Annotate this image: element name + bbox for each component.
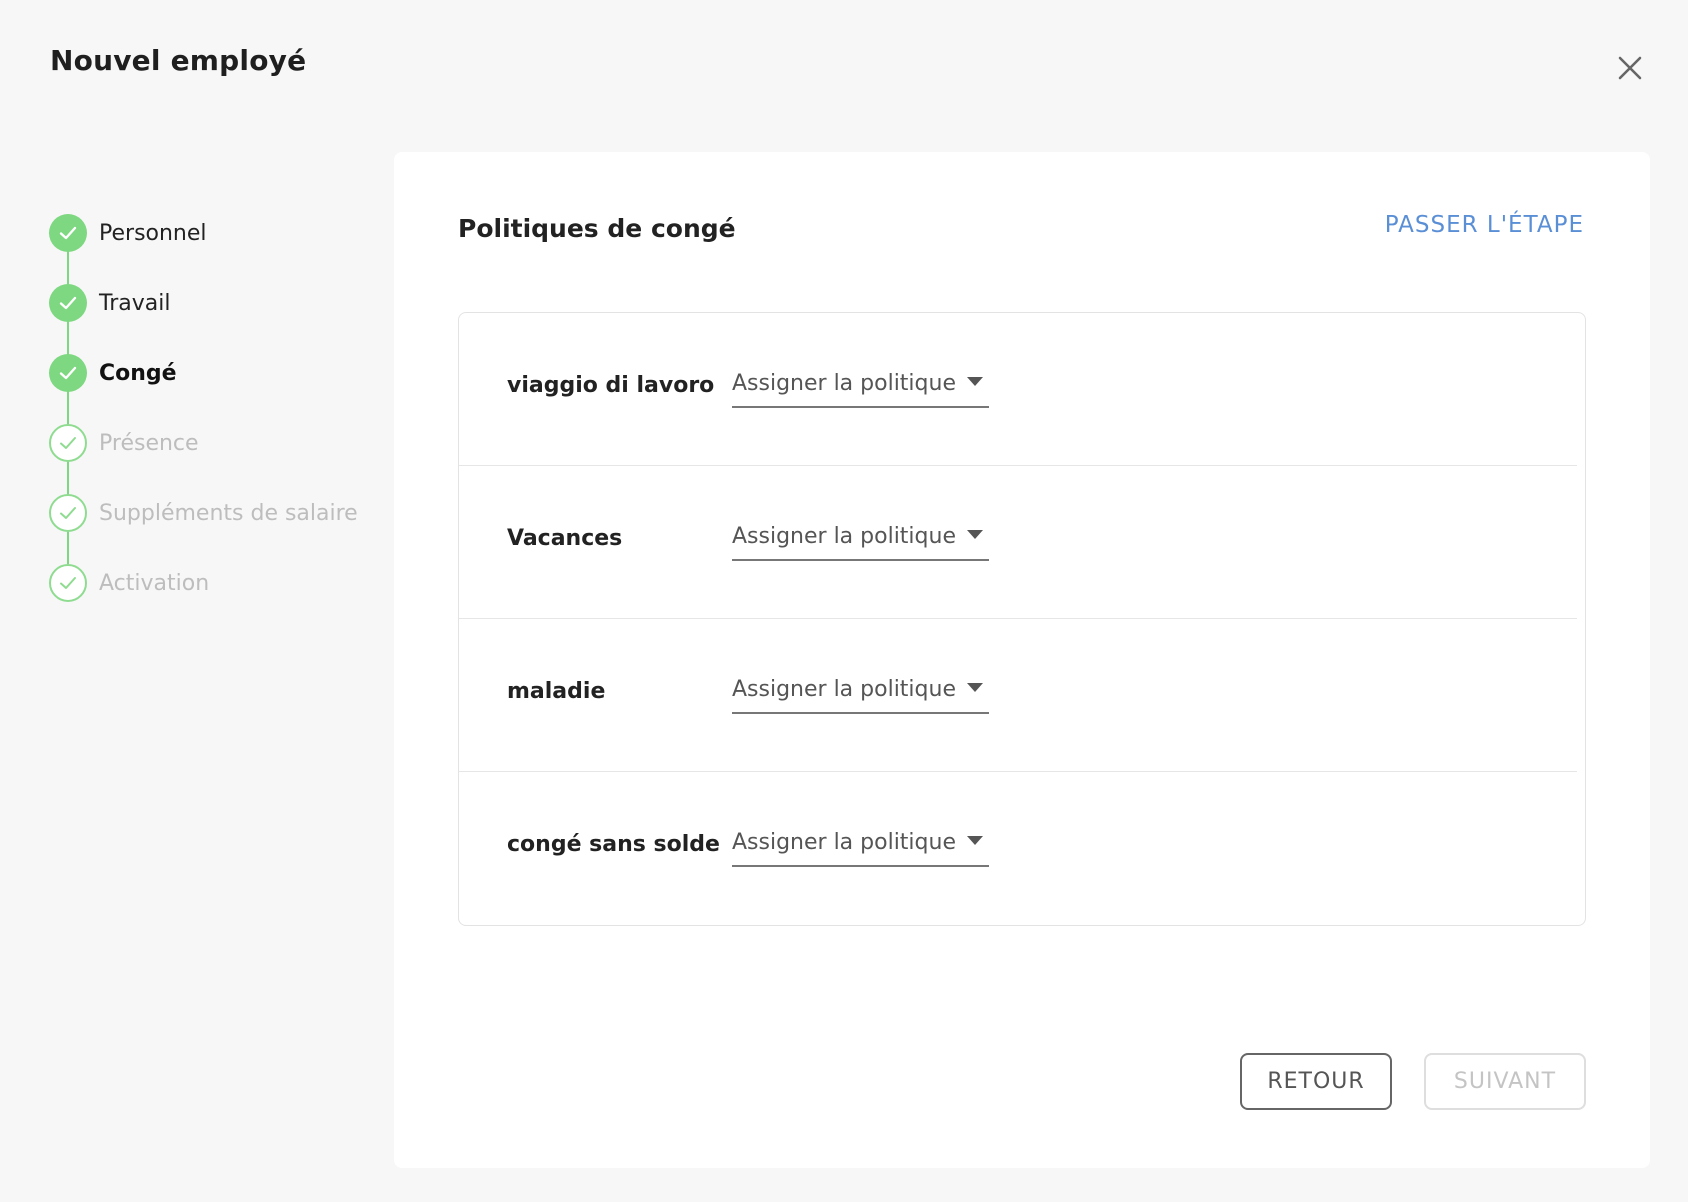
close-icon[interactable] xyxy=(1614,52,1646,84)
policy-select[interactable]: Assigner la politique xyxy=(732,516,989,561)
policy-name: maladie xyxy=(507,679,606,704)
policy-select[interactable]: Assigner la politique xyxy=(732,822,989,867)
step-activation[interactable]: Activation xyxy=(49,564,389,602)
check-icon xyxy=(49,424,87,462)
step-label: Personnel xyxy=(99,220,207,246)
dropdown-arrow-icon xyxy=(967,377,983,387)
step-label: Congé xyxy=(99,360,177,386)
policy-row: Vacances Assigner la politique xyxy=(459,466,1577,619)
policy-row: maladie Assigner la politique xyxy=(459,619,1577,772)
policy-name: viaggio di lavoro xyxy=(507,373,715,398)
step-label: Présence xyxy=(99,430,199,456)
step-supplements-salaire[interactable]: Suppléments de salaire xyxy=(49,494,389,532)
step-label: Travail xyxy=(99,290,171,316)
check-icon xyxy=(49,494,87,532)
check-icon xyxy=(49,564,87,602)
policy-select-placeholder: Assigner la politique xyxy=(732,677,956,702)
step-travail[interactable]: Travail xyxy=(49,284,389,322)
step-presence[interactable]: Présence xyxy=(49,424,389,462)
dropdown-arrow-icon xyxy=(967,683,983,693)
policy-name: Vacances xyxy=(507,526,623,551)
policy-select-placeholder: Assigner la politique xyxy=(732,371,956,396)
policy-list: viaggio di lavoro Assigner la politique … xyxy=(458,312,1586,926)
dialog-title: Nouvel employé xyxy=(50,44,307,77)
dropdown-arrow-icon xyxy=(967,530,983,540)
policy-select-placeholder: Assigner la politique xyxy=(732,830,956,855)
policy-name: congé sans solde xyxy=(507,832,720,857)
step-label: Activation xyxy=(99,570,210,596)
policy-select[interactable]: Assigner la politique xyxy=(732,363,989,408)
check-icon xyxy=(49,214,87,252)
policy-row: congé sans solde Assigner la politique xyxy=(459,772,1577,925)
skip-step-link[interactable]: PASSER L'ÉTAPE xyxy=(1385,212,1584,238)
check-icon xyxy=(49,284,87,322)
step-label: Suppléments de salaire xyxy=(99,500,358,526)
new-employee-dialog: Nouvel employé Personnel Travail Congé P… xyxy=(0,0,1688,1202)
step-personnel[interactable]: Personnel xyxy=(49,214,389,252)
back-button[interactable]: RETOUR xyxy=(1240,1053,1392,1110)
policy-row: viaggio di lavoro Assigner la politique xyxy=(459,313,1577,466)
policy-select-placeholder: Assigner la politique xyxy=(732,524,956,549)
main-panel: Politiques de congé PASSER L'ÉTAPE viagg… xyxy=(394,152,1650,1168)
next-button[interactable]: SUIVANT xyxy=(1424,1053,1586,1110)
check-icon xyxy=(49,354,87,392)
section-title: Politiques de congé xyxy=(458,214,736,243)
dropdown-arrow-icon xyxy=(967,836,983,846)
policy-select[interactable]: Assigner la politique xyxy=(732,669,989,714)
step-conge[interactable]: Congé xyxy=(49,354,389,392)
